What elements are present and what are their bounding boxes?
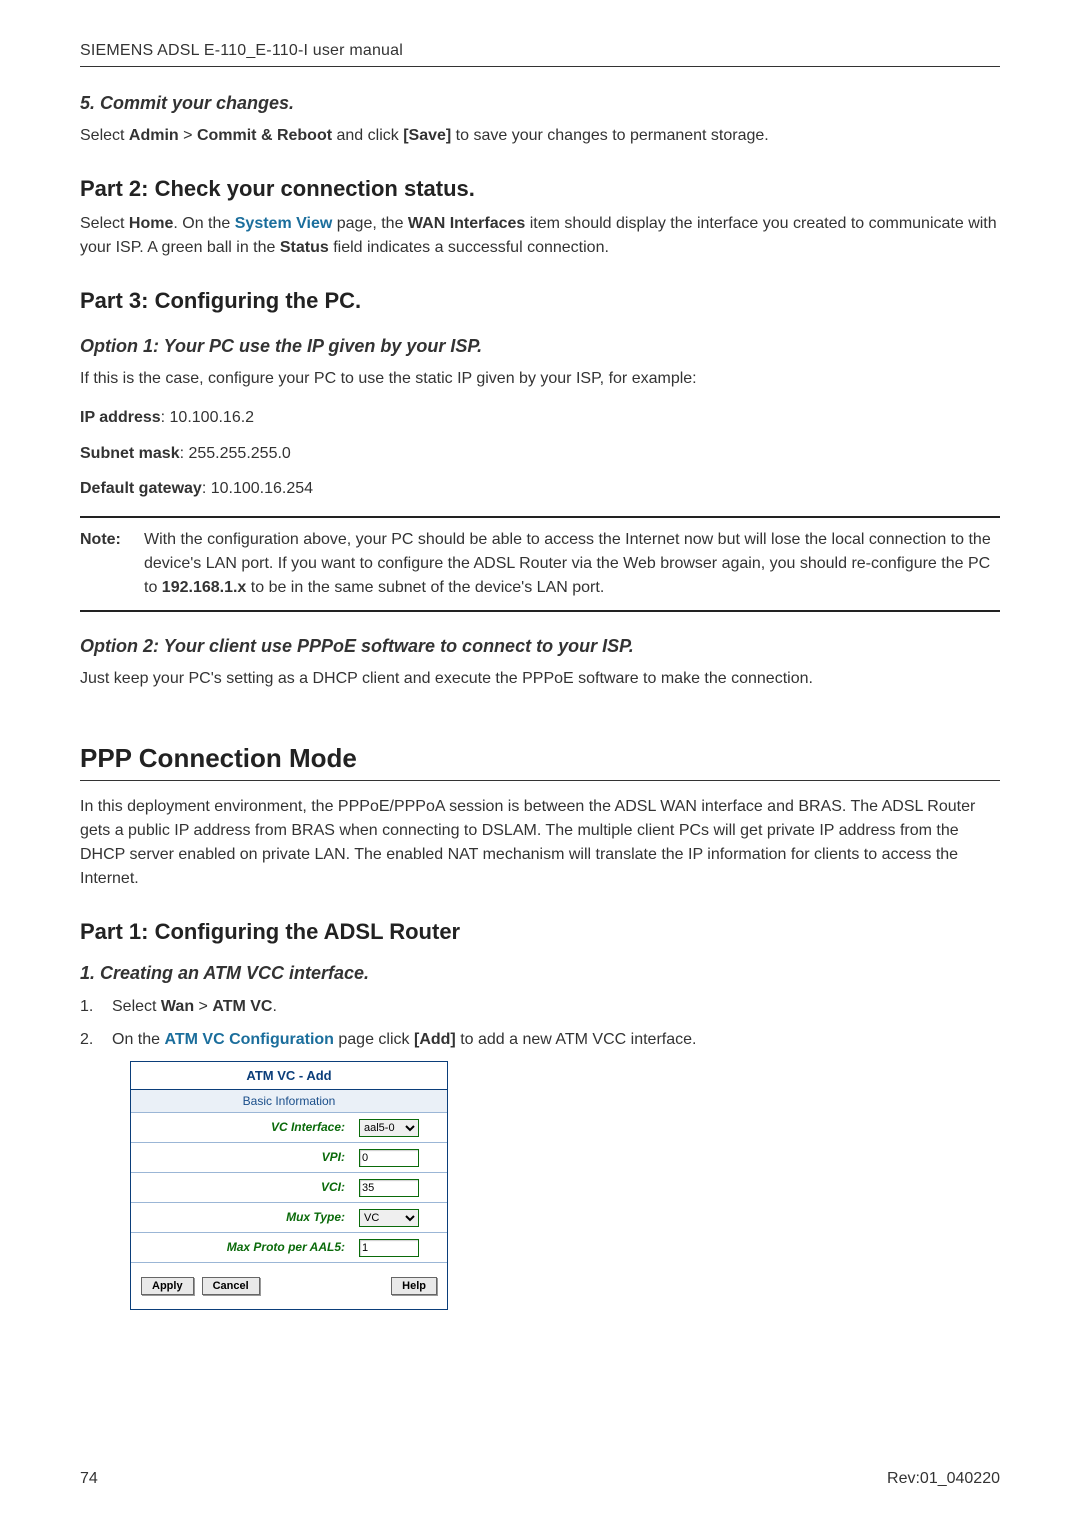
link-atm-vc-config[interactable]: ATM VC Configuration (164, 1031, 333, 1048)
ip-subnet-example: 192.168.1.x (162, 579, 247, 596)
revision: Rev:01_040220 (887, 1470, 1000, 1488)
option2-heading: Option 2: Your client use PPPoE software… (80, 636, 1000, 657)
text: . On the (173, 215, 234, 232)
option1-paragraph: If this is the case, configure your PC t… (80, 367, 1000, 391)
ip-address-value: : 10.100.16.2 (161, 409, 254, 426)
input-max-proto[interactable] (359, 1239, 419, 1257)
row-vc-interface: VC Interface: aal5-0 (131, 1113, 447, 1143)
part2-heading: Part 2: Check your connection status. (80, 176, 1000, 202)
label-vc-interface: VC Interface: (131, 1120, 355, 1134)
text: Select (80, 215, 129, 232)
text: and click (332, 127, 403, 144)
note-box: Note: With the configuration above, your… (80, 516, 1000, 612)
text: > (194, 998, 212, 1015)
list-item: 1. Select Wan > ATM VC. (80, 994, 1000, 1020)
ppp-rule (80, 780, 1000, 781)
text: field indicates a successful connection. (329, 239, 609, 256)
step5-heading: 5. Commit your changes. (80, 93, 1000, 114)
panel-section-title: Basic Information (131, 1090, 447, 1113)
ip-address-line: IP address: 10.100.16.2 (80, 405, 1000, 431)
cancel-button[interactable]: Cancel (202, 1277, 260, 1295)
page-number: 74 (80, 1470, 98, 1488)
menu-atm-vc: ATM VC (212, 998, 272, 1015)
text: On the (112, 1031, 164, 1048)
apply-button[interactable]: Apply (141, 1277, 194, 1295)
note-text: With the configuration above, your PC sh… (144, 528, 1000, 600)
help-button[interactable]: Help (391, 1277, 437, 1295)
label-max-proto: Max Proto per AAL5: (131, 1240, 355, 1254)
list-text: Select Wan > ATM VC. (112, 994, 1000, 1020)
label-wan-interfaces: WAN Interfaces (408, 215, 525, 232)
subnet-mask-value: : 255.255.255.0 (180, 445, 291, 462)
row-vpi: VPI: (131, 1143, 447, 1173)
option1-heading: Option 1: Your PC use the IP given by yo… (80, 336, 1000, 357)
subnet-mask-label: Subnet mask (80, 445, 180, 462)
label-mux-type: Mux Type: (131, 1210, 355, 1224)
atm-vc-add-panel: ATM VC - Add Basic Information VC Interf… (130, 1061, 448, 1310)
page-header: SIEMENS ADSL E-110_E-110-I user manual (80, 42, 1000, 60)
panel-button-row: Apply Cancel Help (131, 1263, 447, 1309)
subnet-mask-line: Subnet mask: 255.255.255.0 (80, 441, 1000, 467)
link-system-view[interactable]: System View (235, 215, 333, 232)
text: page, the (332, 215, 408, 232)
list-item: 2. On the ATM VC Configuration page clic… (80, 1027, 1000, 1053)
select-vc-interface[interactable]: aal5-0 (359, 1119, 419, 1137)
text: Select (80, 127, 129, 144)
input-vpi[interactable] (359, 1149, 419, 1167)
select-mux-type[interactable]: VC (359, 1209, 419, 1227)
label-status: Status (280, 239, 329, 256)
menu-wan: Wan (161, 998, 194, 1015)
note-label: Note: (80, 528, 144, 600)
menu-home: Home (129, 215, 173, 232)
default-gateway-line: Default gateway: 10.100.16.254 (80, 476, 1000, 502)
button-add-label: [Add] (414, 1031, 456, 1048)
ppp-paragraph: In this deployment environment, the PPPo… (80, 795, 1000, 891)
label-vci: VCI: (131, 1180, 355, 1194)
text: to add a new ATM VCC interface. (456, 1031, 697, 1048)
text: to save your changes to permanent storag… (451, 127, 769, 144)
ip-address-label: IP address (80, 409, 161, 426)
default-gateway-label: Default gateway (80, 480, 202, 497)
text: Select (112, 998, 161, 1015)
menu-admin: Admin (129, 127, 179, 144)
text: . (272, 998, 276, 1015)
page-footer: 74 Rev:01_040220 (80, 1470, 1000, 1488)
list-text: On the ATM VC Configuration page click [… (112, 1027, 1000, 1053)
menu-commit-reboot: Commit & Reboot (197, 127, 332, 144)
ppp-heading: PPP Connection Mode (80, 743, 1000, 774)
header-rule (80, 66, 1000, 67)
option2-paragraph: Just keep your PC's setting as a DHCP cl… (80, 667, 1000, 691)
ppp-step1-heading: 1. Creating an ATM VCC interface. (80, 963, 1000, 984)
text: to be in the same subnet of the device's… (246, 579, 604, 596)
input-vci[interactable] (359, 1179, 419, 1197)
step5-paragraph: Select Admin > Commit & Reboot and click… (80, 124, 1000, 148)
text: page click (334, 1031, 414, 1048)
row-mux-type: Mux Type: VC (131, 1203, 447, 1233)
default-gateway-value: : 10.100.16.254 (202, 480, 313, 497)
ppp-part1-heading: Part 1: Configuring the ADSL Router (80, 919, 1000, 945)
label-vpi: VPI: (131, 1150, 355, 1164)
row-max-proto: Max Proto per AAL5: (131, 1233, 447, 1263)
panel-title: ATM VC - Add (131, 1062, 447, 1090)
part2-paragraph: Select Home. On the System View page, th… (80, 212, 1000, 260)
list-number: 2. (80, 1027, 112, 1053)
button-save-label: [Save] (403, 127, 451, 144)
list-number: 1. (80, 994, 112, 1020)
part3-heading: Part 3: Configuring the PC. (80, 288, 1000, 314)
text: > (179, 127, 197, 144)
row-vci: VCI: (131, 1173, 447, 1203)
